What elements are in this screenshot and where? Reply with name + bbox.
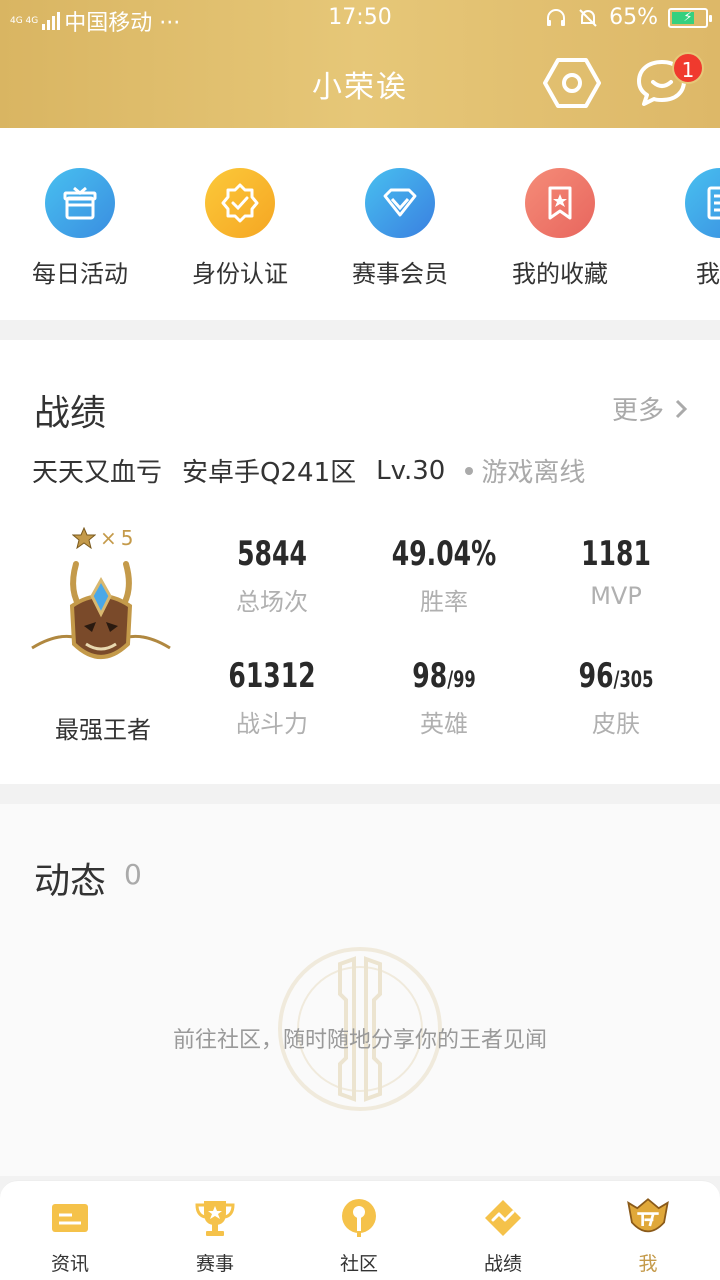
stat-value: 5844: [237, 534, 307, 574]
bottom-nav: 资讯 赛事 社区 战绩 我: [0, 1180, 720, 1280]
battery-icon: ⚡: [668, 7, 712, 28]
empty-state-text[interactable]: 前往社区，随时随地分享你的王者见闻: [0, 1022, 720, 1054]
moments-count: 0: [124, 858, 142, 891]
stat-label: 英雄: [420, 710, 468, 738]
stat-value: 1181: [581, 534, 651, 574]
trophy-icon: [190, 1195, 240, 1241]
stats-card: 战绩 更多 天天又血亏 安卓手Q241区 Lv.30 游戏离线 × 5 最强王者…: [0, 340, 720, 784]
chevron-right-icon: [675, 399, 688, 418]
nav-matches[interactable]: 赛事: [165, 1195, 265, 1276]
nav-label: 社区: [339, 1253, 378, 1275]
quick-daily-activity[interactable]: 每日活动: [0, 168, 160, 289]
stat-combat-power[interactable]: 61312 战斗力: [192, 656, 352, 739]
stat-label: 战斗力: [236, 710, 308, 738]
rank-stars: × 5: [72, 526, 134, 550]
quick-actions: 每日活动 身份认证 赛事会员 我的收藏 我的: [0, 128, 720, 320]
online-status: 游戏离线: [465, 452, 585, 489]
nav-news[interactable]: 资讯: [20, 1195, 120, 1276]
top-header: 4G 4G 中国移动 ··· 17:50 65% ⚡ 小荣诶 1: [0, 0, 720, 128]
stat-heroes[interactable]: 98/99 英雄: [364, 656, 524, 739]
battery-percent: 65%: [609, 5, 658, 30]
nav-label: 资讯: [50, 1253, 89, 1275]
bell-muted-icon: [579, 8, 597, 27]
news-icon: [45, 1195, 95, 1241]
settings-button[interactable]: [543, 56, 601, 110]
document-icon: [685, 168, 720, 238]
stat-value: 98/99: [412, 656, 476, 696]
quick-identity-verify[interactable]: 身份认证: [160, 168, 320, 289]
stat-label: MVP: [590, 582, 642, 610]
player-server: 安卓手Q241区: [182, 458, 357, 488]
nav-stats[interactable]: 战绩: [453, 1195, 553, 1276]
page-title: 小荣诶: [312, 70, 408, 105]
stat-label: 胜率: [420, 588, 468, 616]
bookmark-icon: [525, 168, 595, 238]
gift-icon: [45, 168, 115, 238]
quick-my-favorites[interactable]: 我的收藏: [480, 168, 640, 289]
more-label: 更多: [611, 396, 664, 426]
verified-badge-icon: [205, 168, 275, 238]
stat-value: 61312: [228, 656, 316, 696]
nav-label: 赛事: [195, 1253, 234, 1275]
quick-label: 我的: [696, 260, 720, 288]
quick-match-member[interactable]: 赛事会员: [320, 168, 480, 289]
headset-icon: [547, 8, 566, 26]
quick-label: 身份认证: [192, 260, 288, 288]
rank-name: 最强王者: [55, 716, 151, 744]
nav-community[interactable]: 社区: [309, 1195, 409, 1276]
status-bar: 4G 4G 中国移动 ··· 17:50 65% ⚡: [0, 0, 720, 38]
stat-value: 49.04%: [391, 534, 497, 574]
stats-icon: [478, 1195, 528, 1241]
settings-hexagon-icon: [543, 58, 601, 108]
moments-section: 动态 0 前往社区，随时随地分享你的王者见闻: [0, 804, 720, 1176]
player-level: Lv.30: [376, 455, 446, 486]
status-right: 65% ⚡: [545, 5, 712, 30]
stat-label: 总场次: [236, 588, 308, 616]
player-info: 天天又血亏 安卓手Q241区 Lv.30 游戏离线: [32, 452, 605, 489]
stats-title: 战绩: [34, 393, 107, 434]
quick-label: 我的收藏: [512, 260, 608, 288]
nav-label: 战绩: [483, 1253, 522, 1275]
stat-skins[interactable]: 96/305 皮肤: [536, 656, 696, 739]
stars-count: 5: [120, 526, 134, 550]
community-icon: [334, 1195, 384, 1241]
stat-total-matches[interactable]: 5844 总场次: [192, 534, 352, 617]
moments-title: 动态: [34, 861, 107, 902]
nav-profile[interactable]: 我: [598, 1195, 698, 1276]
stat-mvp[interactable]: 1181 MVP: [536, 534, 696, 610]
king-rank-emblem-icon: [31, 561, 171, 659]
stat-value: 96/305: [578, 656, 654, 696]
profile-icon: [623, 1195, 673, 1241]
quick-label: 每日活动: [32, 260, 128, 288]
stars-prefix: ×: [100, 526, 117, 550]
stat-win-rate[interactable]: 49.04% 胜率: [364, 534, 524, 617]
nav-label: 我: [638, 1253, 658, 1275]
star-icon: [72, 527, 96, 549]
player-name: 天天又血亏: [32, 458, 163, 488]
quick-label: 赛事会员: [352, 260, 448, 288]
more-link[interactable]: 更多: [612, 390, 688, 427]
message-badge: 1: [672, 52, 704, 84]
quick-my-more[interactable]: 我的: [640, 168, 720, 289]
diamond-icon: [365, 168, 435, 238]
stat-label: 皮肤: [592, 710, 640, 738]
